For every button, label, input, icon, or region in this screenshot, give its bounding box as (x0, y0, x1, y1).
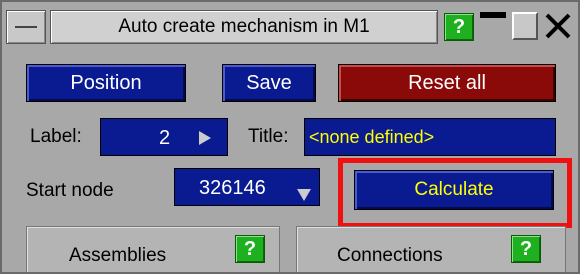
window-title: Auto create mechanism in M1 (50, 10, 438, 44)
title-field[interactable]: <none defined> (304, 118, 556, 156)
title-bar: Auto create mechanism in M1 ? (6, 6, 576, 46)
minimize-window-button[interactable] (478, 10, 512, 44)
calculate-button[interactable]: Calculate (354, 170, 554, 210)
start-node-caption: Start node (26, 180, 114, 201)
maximize-window-button[interactable] (510, 10, 544, 44)
start-node-field[interactable]: 326146 (174, 168, 320, 206)
position-button[interactable]: Position (26, 64, 186, 102)
label-field[interactable]: 2 (100, 118, 228, 156)
connections-help-button[interactable]: ? (511, 235, 541, 263)
reset-all-button[interactable]: Reset all (338, 64, 556, 102)
dash-icon (15, 26, 37, 28)
close-window-button[interactable] (542, 10, 576, 44)
assemblies-label: Assemblies (69, 245, 167, 266)
start-node-value: 326146 (199, 177, 266, 199)
assemblies-panel: Assemblies ? (26, 226, 280, 272)
connections-panel: Connections ? (296, 226, 566, 272)
label-value: 2 (159, 127, 171, 149)
window-menu-button[interactable] (6, 10, 46, 44)
title-value: <none defined> (309, 127, 435, 147)
title-help-button[interactable]: ? (444, 13, 474, 41)
chevron-down-icon (297, 189, 311, 201)
title-caption: Title: (248, 126, 289, 147)
maximize-icon (512, 12, 538, 40)
label-caption: Label: (30, 126, 82, 147)
assemblies-help-button[interactable]: ? (235, 235, 265, 263)
mechanism-dialog: Auto create mechanism in M1 ? Position S… (0, 0, 580, 274)
connections-label: Connections (337, 245, 443, 266)
arrow-right-icon (199, 131, 211, 145)
save-button[interactable]: Save (222, 64, 316, 102)
close-icon (545, 13, 571, 39)
minimize-icon (480, 12, 506, 18)
